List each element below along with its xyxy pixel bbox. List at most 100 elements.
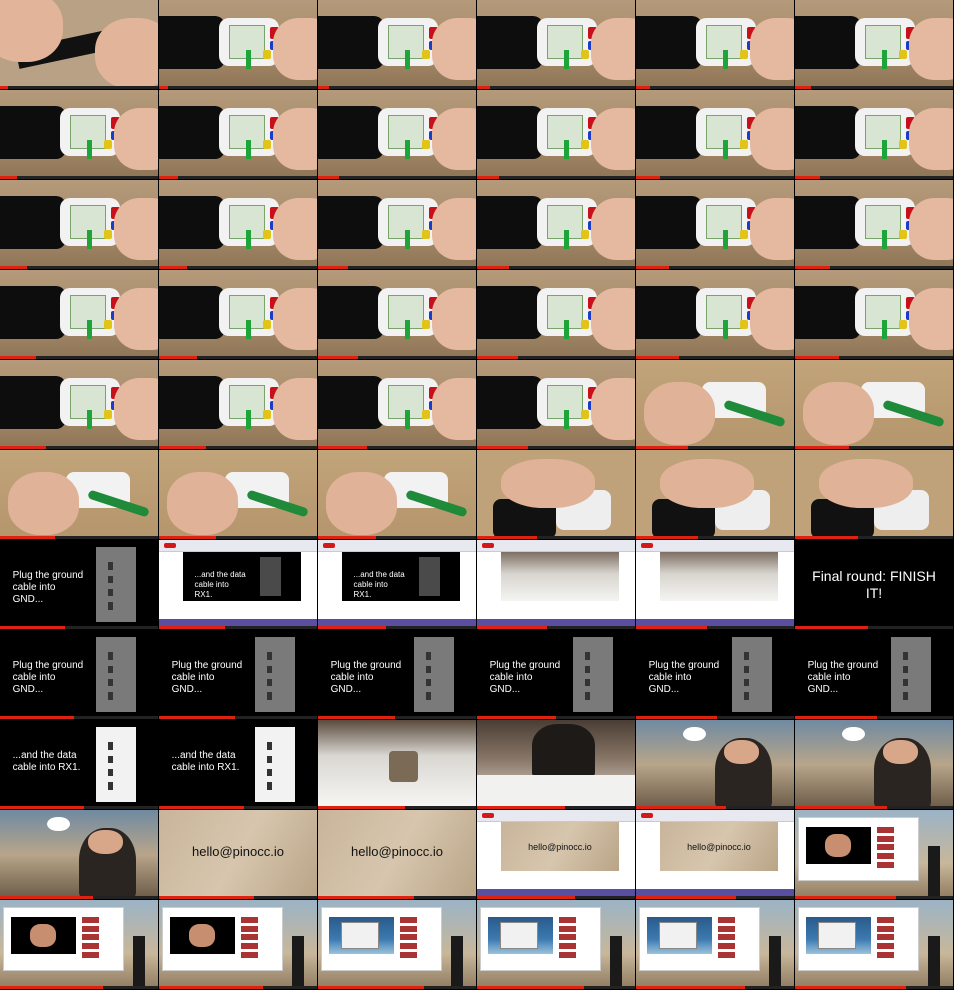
youtube-logo[interactable] [481,542,495,548]
progress-bar[interactable] [0,356,158,359]
video-thumbnail[interactable] [318,270,476,359]
video-thumbnail[interactable] [0,0,158,89]
progress-bar[interactable] [636,896,794,899]
video-player[interactable]: ...and the data cable into RX1. [341,552,461,602]
progress-bar[interactable] [0,986,158,989]
progress-bar[interactable] [477,86,635,89]
youtube-logo[interactable] [163,542,177,548]
progress-bar[interactable] [636,536,794,539]
video-thumbnail[interactable]: Plug the ground cable into GND... [477,630,635,719]
progress-bar[interactable] [0,86,158,89]
progress-bar[interactable] [159,536,317,539]
progress-bar[interactable] [159,716,317,719]
browser-toolbar[interactable] [318,540,476,552]
video-thumbnail[interactable] [795,900,953,989]
progress-bar[interactable] [477,716,635,719]
video-thumbnail[interactable] [318,360,476,449]
video-thumbnail[interactable] [477,720,635,809]
progress-bar[interactable] [159,176,317,179]
progress-bar[interactable] [636,806,794,809]
video-thumbnail[interactable] [318,450,476,539]
video-thumbnail[interactable] [159,900,317,989]
progress-bar[interactable] [318,536,476,539]
progress-bar[interactable] [0,176,158,179]
progress-bar[interactable] [0,896,158,899]
progress-bar[interactable] [795,446,953,449]
browser-toolbar[interactable] [477,810,635,822]
video-thumbnail[interactable] [318,900,476,989]
progress-bar[interactable] [0,716,158,719]
progress-bar[interactable] [159,356,317,359]
progress-bar[interactable] [477,626,635,629]
video-thumbnail[interactable]: Plug the ground cable into GND... [318,630,476,719]
video-thumbnail[interactable] [795,450,953,539]
video-thumbnail[interactable]: Plug the ground cable into GND... [159,630,317,719]
video-thumbnail[interactable] [0,450,158,539]
video-thumbnail[interactable] [159,180,317,269]
browser-toolbar[interactable] [477,540,635,552]
progress-bar[interactable] [159,86,317,89]
video-thumbnail[interactable] [636,180,794,269]
progress-bar[interactable] [318,446,476,449]
video-thumbnail[interactable] [318,90,476,179]
video-thumbnail[interactable] [159,90,317,179]
progress-bar[interactable] [636,986,794,989]
progress-bar[interactable] [477,356,635,359]
video-thumbnail[interactable] [159,0,317,89]
progress-bar[interactable] [318,266,476,269]
progress-bar[interactable] [636,86,794,89]
video-thumbnail[interactable] [795,810,953,899]
video-thumbnail[interactable] [0,90,158,179]
progress-bar[interactable] [477,896,635,899]
video-thumbnail[interactable]: hello@pinocc.io [636,810,794,899]
progress-bar[interactable] [795,896,953,899]
video-thumbnail[interactable]: ...and the data cable into RX1. [318,540,476,629]
video-thumbnail[interactable] [795,720,953,809]
progress-bar[interactable] [636,266,794,269]
progress-bar[interactable] [477,176,635,179]
youtube-logo[interactable] [640,542,654,548]
video-thumbnail[interactable] [795,0,953,89]
video-thumbnail[interactable] [477,90,635,179]
video-thumbnail[interactable]: ...and the data cable into RX1. [159,540,317,629]
progress-bar[interactable] [0,626,158,629]
progress-bar[interactable] [0,266,158,269]
progress-bar[interactable] [477,536,635,539]
progress-bar[interactable] [636,176,794,179]
video-thumbnail[interactable] [636,90,794,179]
video-thumbnail[interactable]: Plug the ground cable into GND... [0,540,158,629]
progress-bar[interactable] [795,806,953,809]
progress-bar[interactable] [0,536,158,539]
progress-bar[interactable] [477,266,635,269]
progress-bar[interactable] [318,896,476,899]
video-thumbnail[interactable] [0,360,158,449]
video-thumbnail[interactable] [477,0,635,89]
progress-bar[interactable] [159,896,317,899]
progress-bar[interactable] [159,986,317,989]
video-thumbnail[interactable] [636,540,794,629]
progress-bar[interactable] [795,86,953,89]
video-thumbnail[interactable]: Plug the ground cable into GND... [636,630,794,719]
video-thumbnail[interactable] [477,900,635,989]
progress-bar[interactable] [318,806,476,809]
video-thumbnail[interactable] [159,270,317,359]
video-thumbnail[interactable]: ...and the data cable into RX1. [159,720,317,809]
progress-bar[interactable] [636,446,794,449]
video-thumbnail[interactable] [318,0,476,89]
progress-bar[interactable] [477,986,635,989]
video-thumbnail[interactable] [159,360,317,449]
video-thumbnail[interactable]: Final round: FINISH IT! [795,540,953,629]
progress-bar[interactable] [318,986,476,989]
video-thumbnail[interactable]: Plug the ground cable into GND... [0,630,158,719]
progress-bar[interactable] [636,356,794,359]
youtube-logo[interactable] [640,812,654,818]
video-thumbnail[interactable] [477,360,635,449]
video-thumbnail[interactable] [636,0,794,89]
progress-bar[interactable] [318,716,476,719]
video-thumbnail[interactable] [0,900,158,989]
progress-bar[interactable] [477,446,635,449]
progress-bar[interactable] [795,536,953,539]
progress-bar[interactable] [318,356,476,359]
video-thumbnail[interactable] [477,180,635,269]
video-player[interactable]: ...and the data cable into RX1. [182,552,302,602]
